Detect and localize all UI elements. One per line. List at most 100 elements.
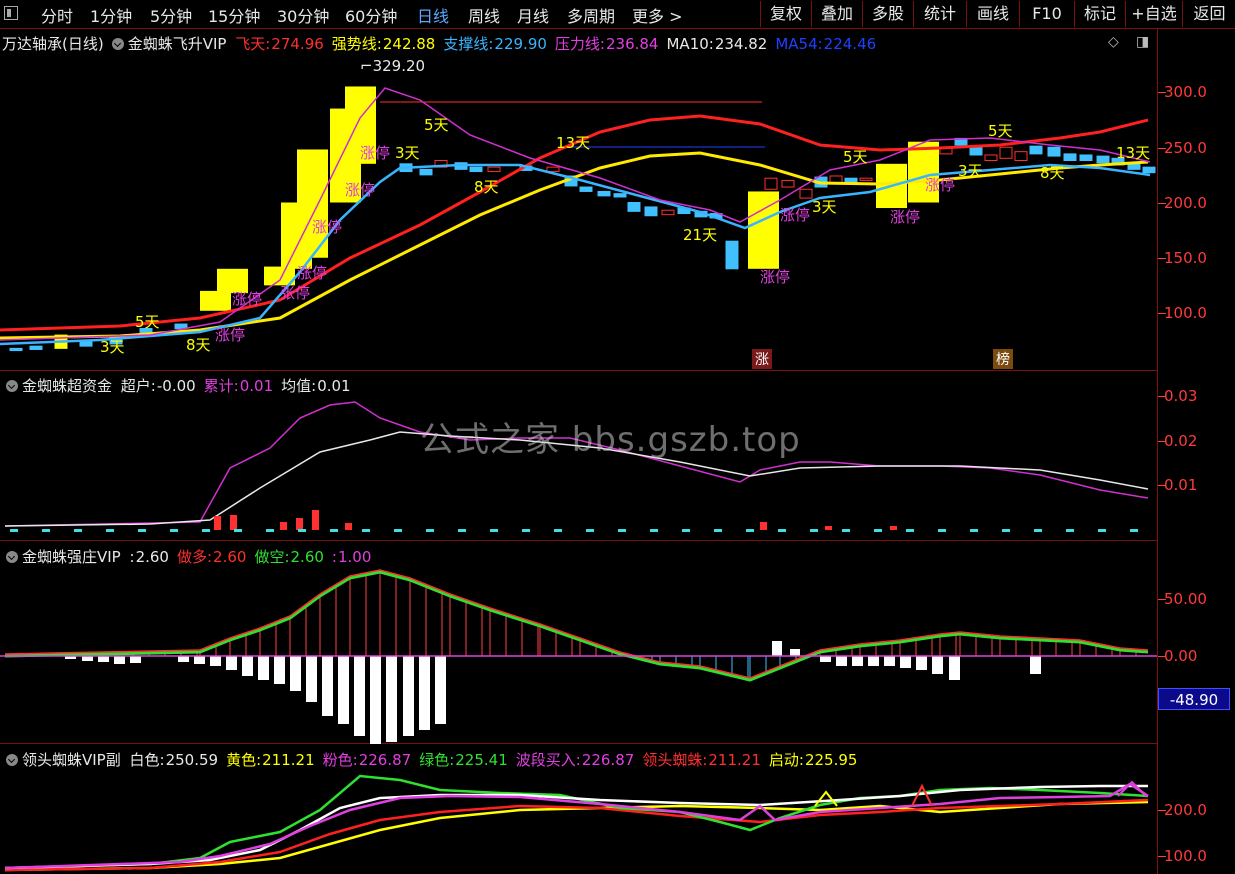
chart-annotation: 13天	[556, 134, 590, 152]
panel3-axis-tick	[1158, 599, 1166, 600]
panel3-field-3: :1.00	[332, 548, 375, 566]
panel3-fields: :2.60 做多:2.60 做空:2.60:1.00	[130, 548, 380, 566]
short-bar	[852, 656, 863, 666]
fund-tick	[586, 529, 594, 532]
panel3-field-1: 做多:2.60	[177, 548, 250, 566]
back-button[interactable]: 返回	[1182, 1, 1235, 27]
chart-annotation: 5天	[135, 313, 160, 331]
chart-annotation: 5天	[843, 148, 868, 166]
main-axis-label: 100.0	[1164, 304, 1207, 322]
panel3-header: 金蜘蛛强庄VIP :2.60 做多:2.60 做空:2.60:1.00	[2, 546, 383, 566]
short-bar	[900, 656, 911, 668]
window-icon[interactable]: ◨	[1136, 34, 1149, 50]
short-bar	[820, 656, 831, 662]
fund-tick	[1130, 529, 1138, 532]
fund-tick	[266, 529, 274, 532]
panel2-field-label: 累计:	[203, 377, 239, 395]
chart-annotation: 涨停	[345, 181, 375, 199]
fund-tick	[1002, 529, 1010, 532]
main-field-5: MA54:224.46	[775, 35, 880, 53]
candle	[1029, 145, 1043, 155]
panel4-field-value: 211.21	[262, 751, 315, 769]
panel4-field-5: 领头蜘蛛:211.21	[642, 751, 765, 769]
fund-tick	[842, 529, 850, 532]
main-field-1: 强势线:242.88	[332, 35, 440, 53]
fund-tick	[714, 529, 722, 532]
main-field-value: 274.96	[271, 35, 324, 53]
bull-line	[4, 569, 1149, 679]
fund-tick	[810, 529, 818, 532]
main-axis-tick	[1158, 313, 1166, 314]
fund-bar	[345, 523, 352, 530]
panel3-menu-icon[interactable]	[6, 551, 18, 563]
panel3-field-label: 做多:	[176, 548, 213, 566]
panel4-axis-label: 100.0	[1164, 847, 1207, 865]
candle	[1142, 166, 1156, 174]
short-bar	[274, 656, 285, 684]
indicator-menu-icon[interactable]	[111, 38, 124, 50]
main-field-value: 236.84	[605, 35, 659, 53]
candle	[859, 177, 873, 181]
panel3-field-label: 做空:	[254, 548, 290, 566]
panel4-field-3: 绿色:225.41	[419, 751, 512, 769]
short-bar	[306, 656, 317, 702]
panel4-axis-tick	[1158, 810, 1166, 811]
main-axis-tick	[1158, 92, 1166, 93]
chart-annotation: 5天	[988, 122, 1013, 140]
main-field-label: 飞天:	[235, 35, 271, 53]
candle	[29, 345, 43, 350]
short-bar	[290, 656, 301, 691]
panel3-indicator-name: 金蜘蛛强庄VIP	[22, 548, 121, 566]
long-bar	[772, 641, 782, 656]
peak-price-label: ⌐329.20	[360, 57, 426, 75]
fund-tick	[42, 529, 50, 532]
panel2-indicator-name: 金蜘蛛超资金	[22, 377, 113, 395]
chart-annotation: 涨停	[925, 176, 955, 194]
diamond-icon[interactable]: ◇	[1108, 34, 1119, 50]
main-header: 万达轴承(日线) 金蜘蛛飞升VIP 飞天:274.96 强势线:242.88 支撑线:…	[2, 33, 888, 53]
main-field-2: 支撑线:229.90	[443, 35, 551, 53]
panel2-menu-icon[interactable]	[6, 380, 18, 392]
panel2-axis-label: 0.01	[1164, 476, 1198, 494]
fund-tick	[426, 529, 434, 532]
panel4-field-label: 波段买入:	[515, 751, 581, 769]
panel2-header: 金蜘蛛超资金 超户:-0.00 累计:0.01 均值:0.01	[2, 375, 363, 395]
main-axis-label: 250.0	[1164, 139, 1207, 157]
main-field-0: 飞天:274.96	[235, 35, 328, 53]
watermark: 公式之家 bbs.gszb.top	[420, 420, 801, 460]
fund-bar	[890, 526, 897, 530]
chart-annotation: 涨停	[297, 264, 327, 282]
panel4-indicator-name: 领头蜘蛛VIP副	[22, 751, 121, 769]
panel2-fields: 超户:-0.00 累计:0.01 均值:0.01	[121, 377, 359, 395]
panel2-axis-tick	[1158, 396, 1166, 397]
main-field-label: 支撑线:	[443, 35, 494, 53]
chart-annotation: 3天	[812, 198, 837, 216]
panel4-axis-label: 200.0	[1164, 801, 1207, 819]
short-bar	[354, 656, 365, 736]
candle	[469, 166, 483, 173]
panel4-menu-icon[interactable]	[6, 754, 18, 766]
main-field-label: 强势线:	[331, 35, 382, 53]
pink-line	[4, 782, 1149, 870]
fund-tick	[618, 529, 626, 532]
panel4-fields: 白色:250.59 黄色:211.21 粉色:226.87 绿色:225.41 波段买入…	[130, 751, 866, 769]
short-bar	[932, 656, 943, 674]
panel4-field-0: 白色:250.59	[130, 751, 223, 769]
fund-tick	[1066, 529, 1074, 532]
fund-tick	[522, 529, 530, 532]
tag-limit-up: 涨	[752, 349, 772, 369]
short-bar	[178, 656, 189, 662]
long-bar	[790, 649, 800, 656]
fund-tick	[554, 529, 562, 532]
panel3-axis-tick	[1158, 656, 1166, 657]
short-bar	[370, 656, 381, 744]
limit-up-candle	[200, 290, 231, 311]
panel4-header: 领头蜘蛛VIP副 白色:250.59 黄色:211.21 粉色:226.87 绿色:2…	[2, 749, 869, 769]
chart-annotation: 3天	[958, 162, 983, 180]
fund-tick	[938, 529, 946, 532]
pressure-line	[0, 87, 1151, 341]
chart-annotation: 8天	[186, 336, 211, 354]
panel2-field-value: -0.00	[156, 377, 196, 395]
short-bar	[322, 656, 333, 716]
panel3-field-label: :	[129, 548, 135, 566]
